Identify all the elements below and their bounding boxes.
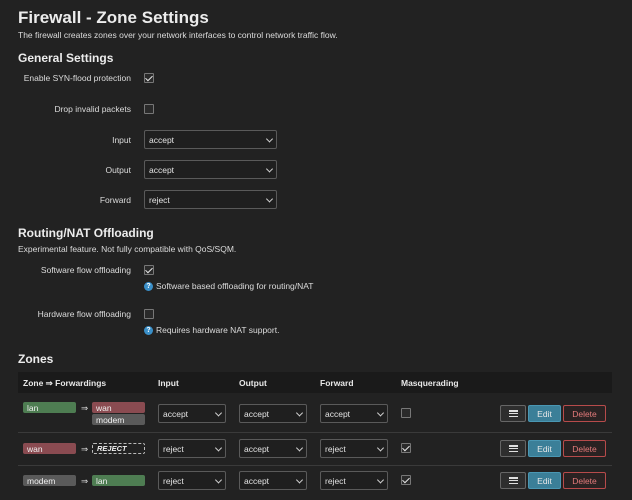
delete-button[interactable]: Delete — [563, 472, 606, 489]
chevron-down-icon — [214, 443, 223, 452]
output-policy-label: Output — [105, 165, 131, 175]
masquerading-checkbox[interactable] — [401, 475, 411, 485]
zone-output-select[interactable]: accept — [239, 404, 307, 423]
delete-button[interactable]: Delete — [563, 405, 606, 422]
chevron-down-icon — [265, 194, 274, 203]
zone-input-value: reject — [163, 443, 184, 454]
forward-policy-label: Forward — [99, 195, 131, 205]
page-title: Firewall - Zone Settings — [18, 8, 209, 27]
zones-table-header — [18, 372, 612, 393]
zone-menu-button[interactable] — [500, 440, 526, 457]
chevron-down-icon — [265, 164, 274, 173]
syn-flood-label: Enable SYN-flood protection — [23, 73, 131, 83]
page-description: The firewall creates zones over your net… — [18, 30, 338, 40]
chevron-down-icon — [265, 134, 274, 143]
offloading-description: Experimental feature. Not fully compatib… — [18, 244, 237, 254]
chevron-down-icon — [295, 475, 304, 484]
row-divider — [18, 465, 612, 466]
edit-button[interactable]: Edit — [528, 472, 561, 489]
chevron-down-icon — [376, 408, 385, 417]
zones-heading: Zones — [18, 352, 54, 366]
help-icon: ? — [144, 325, 153, 335]
software-offloading-checkbox[interactable] — [144, 265, 154, 275]
input-policy-value: accept — [149, 134, 175, 145]
zone-forward-select[interactable]: reject — [320, 439, 388, 458]
forward-arrow-icon: ⇒ — [81, 403, 89, 413]
hardware-offloading-hint-text: Requires hardware NAT support. — [156, 325, 280, 335]
software-offloading-hint-text: Software based offloading for routing/NA… — [156, 281, 314, 291]
chevron-down-icon — [295, 443, 304, 452]
forward-arrow-icon: ⇒ — [81, 444, 89, 454]
menu-icon — [508, 445, 518, 452]
column-input: Input — [158, 378, 179, 388]
menu-icon — [508, 477, 518, 484]
hardware-offloading-label: Hardware flow offloading — [37, 309, 131, 319]
column-masquerading: Masquerading — [401, 378, 459, 388]
chevron-down-icon — [214, 475, 223, 484]
zone-forward-value: reject — [325, 475, 346, 486]
general-settings-heading: General Settings — [18, 51, 114, 65]
hardware-offloading-hint: ? Requires hardware NAT support. — [144, 325, 279, 335]
zone-output-select[interactable]: accept — [239, 471, 307, 490]
row-divider — [18, 432, 612, 433]
zone-menu-button[interactable] — [500, 472, 526, 489]
column-zone-forwardings: Zone ⇒ Forwardings — [23, 378, 107, 388]
delete-button[interactable]: Delete — [563, 440, 606, 457]
zone-output-value: accept — [244, 408, 270, 419]
forwarding-badge-lan: lan — [92, 475, 145, 486]
zone-input-value: reject — [163, 475, 184, 486]
drop-invalid-checkbox[interactable] — [144, 104, 154, 114]
zone-menu-button[interactable] — [500, 405, 526, 422]
offloading-heading: Routing/NAT Offloading — [18, 226, 154, 240]
zone-badge-lan: lan — [23, 402, 76, 413]
zone-input-value: accept — [163, 408, 189, 419]
zone-forward-select[interactable]: reject — [320, 471, 388, 490]
edit-button[interactable]: Edit — [528, 440, 561, 457]
drop-invalid-label: Drop invalid packets — [54, 104, 131, 114]
software-offloading-label: Software flow offloading — [40, 265, 131, 275]
column-forward: Forward — [320, 378, 354, 388]
zone-output-value: accept — [244, 443, 270, 454]
software-offloading-hint: ? Software based offloading for routing/… — [144, 281, 314, 291]
zone-badge-wan: wan — [23, 443, 76, 454]
masquerading-checkbox[interactable] — [401, 443, 411, 453]
forwarding-badge-wan: wan — [92, 402, 145, 413]
chevron-down-icon — [295, 408, 304, 417]
zone-input-select[interactable]: reject — [158, 471, 226, 490]
chevron-down-icon — [376, 475, 385, 484]
help-icon: ? — [144, 281, 153, 291]
forwarding-badge-reject: REJECT — [92, 443, 145, 454]
forward-policy-value: reject — [149, 194, 170, 205]
zone-forward-value: reject — [325, 443, 346, 454]
input-policy-select[interactable]: accept — [144, 130, 277, 149]
zone-input-select[interactable]: accept — [158, 404, 226, 423]
column-output: Output — [239, 378, 267, 388]
masquerading-checkbox[interactable] — [401, 408, 411, 418]
zone-output-select[interactable]: accept — [239, 439, 307, 458]
zone-badge-modem: modem — [23, 475, 76, 486]
menu-icon — [508, 410, 518, 417]
hardware-offloading-checkbox[interactable] — [144, 309, 154, 319]
chevron-down-icon — [376, 443, 385, 452]
forward-arrow-icon: ⇒ — [81, 476, 89, 486]
zone-forward-select[interactable]: accept — [320, 404, 388, 423]
output-policy-value: accept — [149, 164, 175, 175]
forwarding-badge-modem: modem — [92, 414, 145, 425]
output-policy-select[interactable]: accept — [144, 160, 277, 179]
forward-policy-select[interactable]: reject — [144, 190, 277, 209]
zone-forward-value: accept — [325, 408, 351, 419]
chevron-down-icon — [214, 408, 223, 417]
zone-input-select[interactable]: reject — [158, 439, 226, 458]
syn-flood-checkbox[interactable] — [144, 73, 154, 83]
input-policy-label: Input — [112, 135, 131, 145]
zone-output-value: accept — [244, 475, 270, 486]
edit-button[interactable]: Edit — [528, 405, 561, 422]
